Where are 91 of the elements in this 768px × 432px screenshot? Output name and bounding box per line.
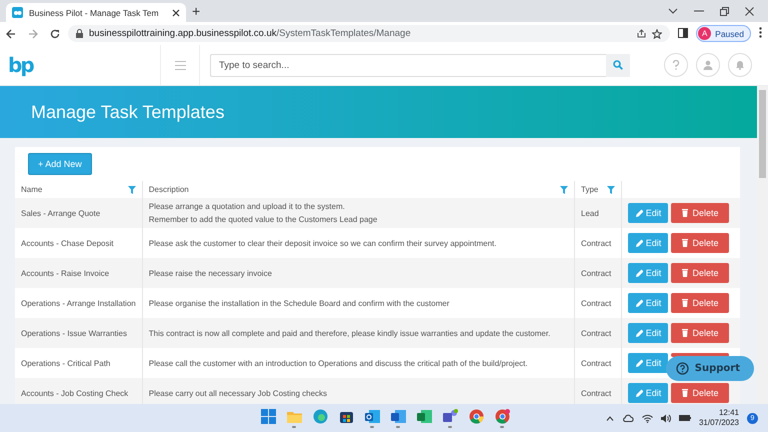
windows-icon[interactable] [260,408,276,424]
table-cell: Please arrange a quotation and upload it to the system. Remember to add the quoted value to the Customers Lead page [142,198,574,228]
table-cell: Sales - Arrange Quote [15,198,142,228]
document-app-icon[interactable] [390,408,406,424]
edit-button[interactable]: Edit [628,203,668,223]
star-icon[interactable] [652,28,662,38]
edit-button[interactable]: Edit [628,353,668,373]
pencil-icon [634,268,643,278]
chevron-up-icon[interactable] [606,416,614,420]
pencil-icon [634,238,643,248]
pencil-icon [634,298,643,308]
table-cell: Operations - Arrange Installation [15,288,142,318]
scrollbar[interactable] [757,86,768,404]
clock-time[interactable]: 12:41 [718,408,739,418]
user-icon [703,60,713,70]
clock-date[interactable]: 31/07/2023 [698,418,739,428]
scrollbar-thumb[interactable] [759,90,766,178]
pencil-icon [634,388,643,398]
chevron-down-icon[interactable] [668,8,678,14]
site-icon [12,7,23,18]
lock-icon [76,29,83,38]
tab-title: Business Pilot - Manage Task Tem [29,8,160,18]
search-button[interactable] [606,54,630,76]
table-cell: Contract [574,258,622,288]
profile-avatar: A [698,27,712,40]
trash-icon [681,208,690,218]
trash-icon [681,268,690,278]
new-tab-button[interactable]: + [192,3,200,19]
filter-icon[interactable] [607,186,615,194]
table-cell: Operations - Issue Warranties [15,318,142,348]
delete-button[interactable]: Delete [671,233,729,253]
edit-button[interactable]: Edit [628,263,668,283]
chrome-icon[interactable] [468,408,484,424]
table-cell: Accounts - Chase Deposit [15,228,142,258]
trash-icon [681,298,690,308]
pencil-icon [634,208,643,218]
browser-tab[interactable]: Business Pilot - Manage Task Tem [6,3,186,22]
share-icon[interactable] [637,29,646,38]
restore-icon[interactable] [720,6,729,16]
table-cell: Contract [574,318,622,348]
wifi-icon[interactable] [642,414,653,422]
side-panel-icon[interactable] [678,28,688,38]
close-icon[interactable] [172,8,180,16]
table-cell: Please raise the necessary invoice [142,258,574,288]
pencil-icon [634,328,643,338]
column-header: Name [21,185,44,194]
search-field[interactable]: Type to search... [210,54,606,76]
reload-icon[interactable] [50,28,60,38]
trash-icon [681,388,690,398]
volume-icon[interactable] [660,414,671,422]
delete-button[interactable]: Delete [671,323,729,343]
table-cell: Lead [574,198,622,228]
address-bar[interactable]: businesspilottraining.app.businesspilot.co.uk/SystemTaskTemplates/Manage [68,25,670,42]
edit-button[interactable]: Edit [628,293,668,313]
cloud-icon[interactable] [622,414,634,422]
more-icon[interactable] [759,27,762,38]
table-cell: Operations - Critical Path [15,348,142,378]
edit-button[interactable]: Edit [628,233,668,253]
mail-app-icon[interactable] [364,408,380,424]
spreadsheet-app-icon[interactable] [416,408,432,424]
add-new-button[interactable]: + Add New [28,153,92,175]
back-icon[interactable] [6,28,16,38]
edit-button[interactable]: Edit [628,383,668,403]
edit-button[interactable]: Edit [628,323,668,343]
column-header: Type [581,185,600,194]
delete-button[interactable]: Delete [671,203,729,223]
delete-button[interactable]: Delete [671,293,729,313]
chat-app-icon[interactable] [442,408,458,424]
logo[interactable]: bp [8,53,33,77]
table-cell: This contract is now all complete and paid and therefore, please kindly issue warranties and update the customer. [142,318,574,348]
table-cell: Accounts - Job Costing Check [15,378,142,404]
table-cell: Accounts - Raise Invoice [15,258,142,288]
url-text: businesspilottraining.app.businesspilot.co.uk/SystemTaskTemplates/Manage [89,28,411,39]
bell-icon [735,60,745,70]
pencil-icon [634,358,643,368]
trash-icon [681,238,690,248]
minimize-icon[interactable] [694,10,704,12]
battery-icon[interactable] [678,414,691,422]
question-icon [671,60,681,70]
column-header: Description [148,185,190,194]
support-button[interactable]: Support [666,356,754,381]
delete-button[interactable]: Delete [671,383,729,403]
help-icon [676,362,689,375]
page-title: Manage Task Templates [31,102,224,122]
chrome-icon[interactable] [494,408,510,424]
filter-icon[interactable] [128,186,136,194]
delete-button[interactable]: Delete [671,263,729,283]
trash-icon [681,328,690,338]
close-icon[interactable] [745,6,754,16]
filter-icon[interactable] [560,186,568,194]
profile-button[interactable]: A Paused [696,25,751,42]
